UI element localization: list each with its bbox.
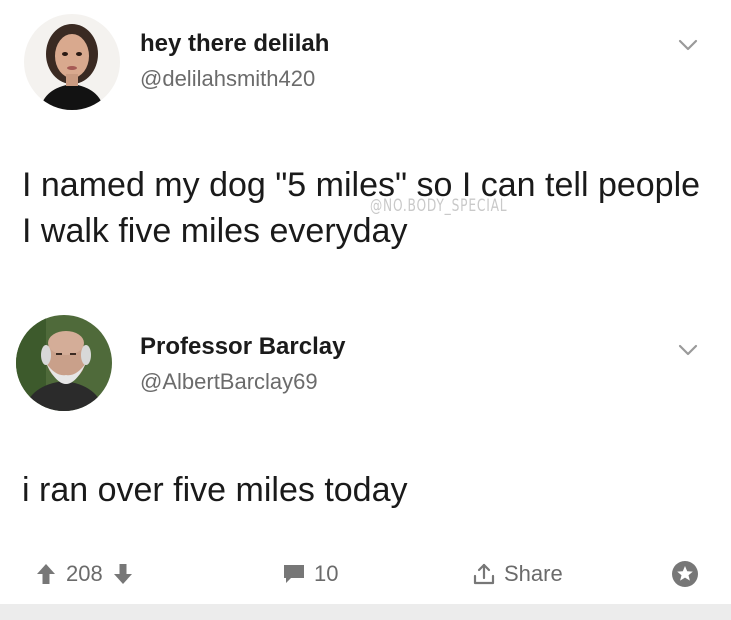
chevron-down-icon[interactable] [677, 343, 699, 357]
avatar[interactable] [16, 315, 112, 411]
chevron-down-icon[interactable] [677, 38, 699, 52]
share-button[interactable]: Share [472, 552, 563, 596]
watermark: @NO.BODY_SPECIAL [370, 196, 508, 216]
award-icon [672, 561, 698, 587]
vote-group: 208 [36, 552, 133, 596]
action-bar: 208 10 Share [0, 552, 731, 596]
comment-bubble-icon [284, 565, 304, 583]
bottom-divider [0, 604, 731, 620]
display-name[interactable]: hey there delilah [140, 30, 329, 58]
share-icon [473, 563, 495, 585]
user-handle[interactable]: @AlbertBarclay69 [140, 369, 318, 395]
comment-button[interactable]: 10 [282, 552, 338, 596]
share-label: Share [504, 561, 563, 586]
avatar[interactable] [24, 14, 120, 110]
tweet-text: I named my dog "5 miles" so I can tell p… [22, 166, 701, 250]
user-handle[interactable]: @delilahsmith420 [140, 66, 315, 92]
avatar-delilah-image [24, 14, 120, 110]
arrow-down-icon[interactable] [113, 563, 133, 585]
avatar-barclay-image [16, 315, 112, 411]
comment-count: 10 [314, 561, 339, 586]
upvote-count: 208 [66, 561, 103, 586]
display-name[interactable]: Professor Barclay [140, 333, 345, 361]
arrow-up-icon[interactable] [36, 563, 56, 585]
award-button[interactable] [670, 552, 700, 596]
tweet-text: i ran over five miles today [22, 471, 408, 509]
